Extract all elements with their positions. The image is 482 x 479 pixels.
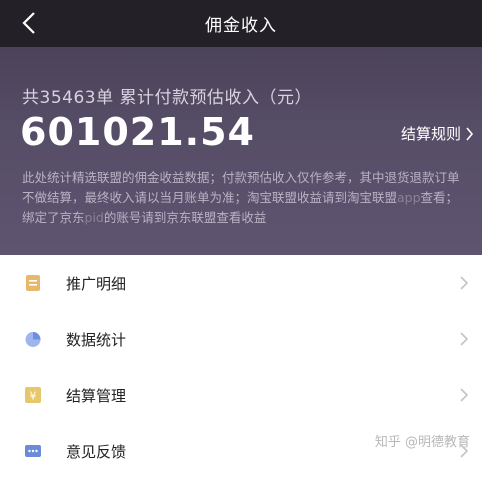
menu-item-label: 结算管理 [66,386,127,405]
income-note: 此处统计精选联盟的佣金收益数据；付款预估收入仅作参考，其中退货退款订单不做结算，… [22,168,468,228]
chevron-right-icon [466,126,474,141]
chat-icon [25,445,41,457]
menu-item-data-statistics[interactable]: 数据统计 [0,311,482,367]
settlement-rules-label: 结算规则 [400,125,461,143]
document-icon [26,275,40,291]
chevron-right-icon [460,388,469,402]
menu-item-settlement-management[interactable]: ¥ 结算管理 [0,367,482,423]
note-text-4: pid [84,210,104,225]
note-text-2: app [397,190,421,205]
income-summary-panel: 共35463单 累计付款预估收入（元） 601021.54 结算规则 此处统计精… [0,47,482,255]
menu-item-label: 意见反馈 [66,442,127,461]
watermark: 知乎 @明德教育 [374,435,470,450]
order-summary-text: 共35463单 累计付款预估收入（元） [22,88,312,108]
income-amount: 601021.54 [20,110,255,154]
settlement-rules-link[interactable]: 结算规则 [401,123,474,144]
menu-item-label: 推广明细 [66,274,127,293]
chevron-right-icon [460,276,469,290]
svg-text:¥: ¥ [30,390,37,403]
chevron-right-icon [460,332,469,346]
menu-item-label: 数据统计 [66,330,127,349]
yen-icon: ¥ [25,387,41,403]
pie-chart-icon [25,332,41,347]
menu-item-promotion-details[interactable]: 推广明细 [0,255,482,311]
note-text-1: 此处统计精选联盟的佣金收益数据；付款预估收入仅作参考，其中退货退款订单不做结算，… [22,170,460,205]
nav-bar: 佣金收入 [0,0,482,47]
note-text-5: 的账号请到京东联盟查看收益 [103,210,267,225]
page-title: 佣金收入 [205,16,277,36]
